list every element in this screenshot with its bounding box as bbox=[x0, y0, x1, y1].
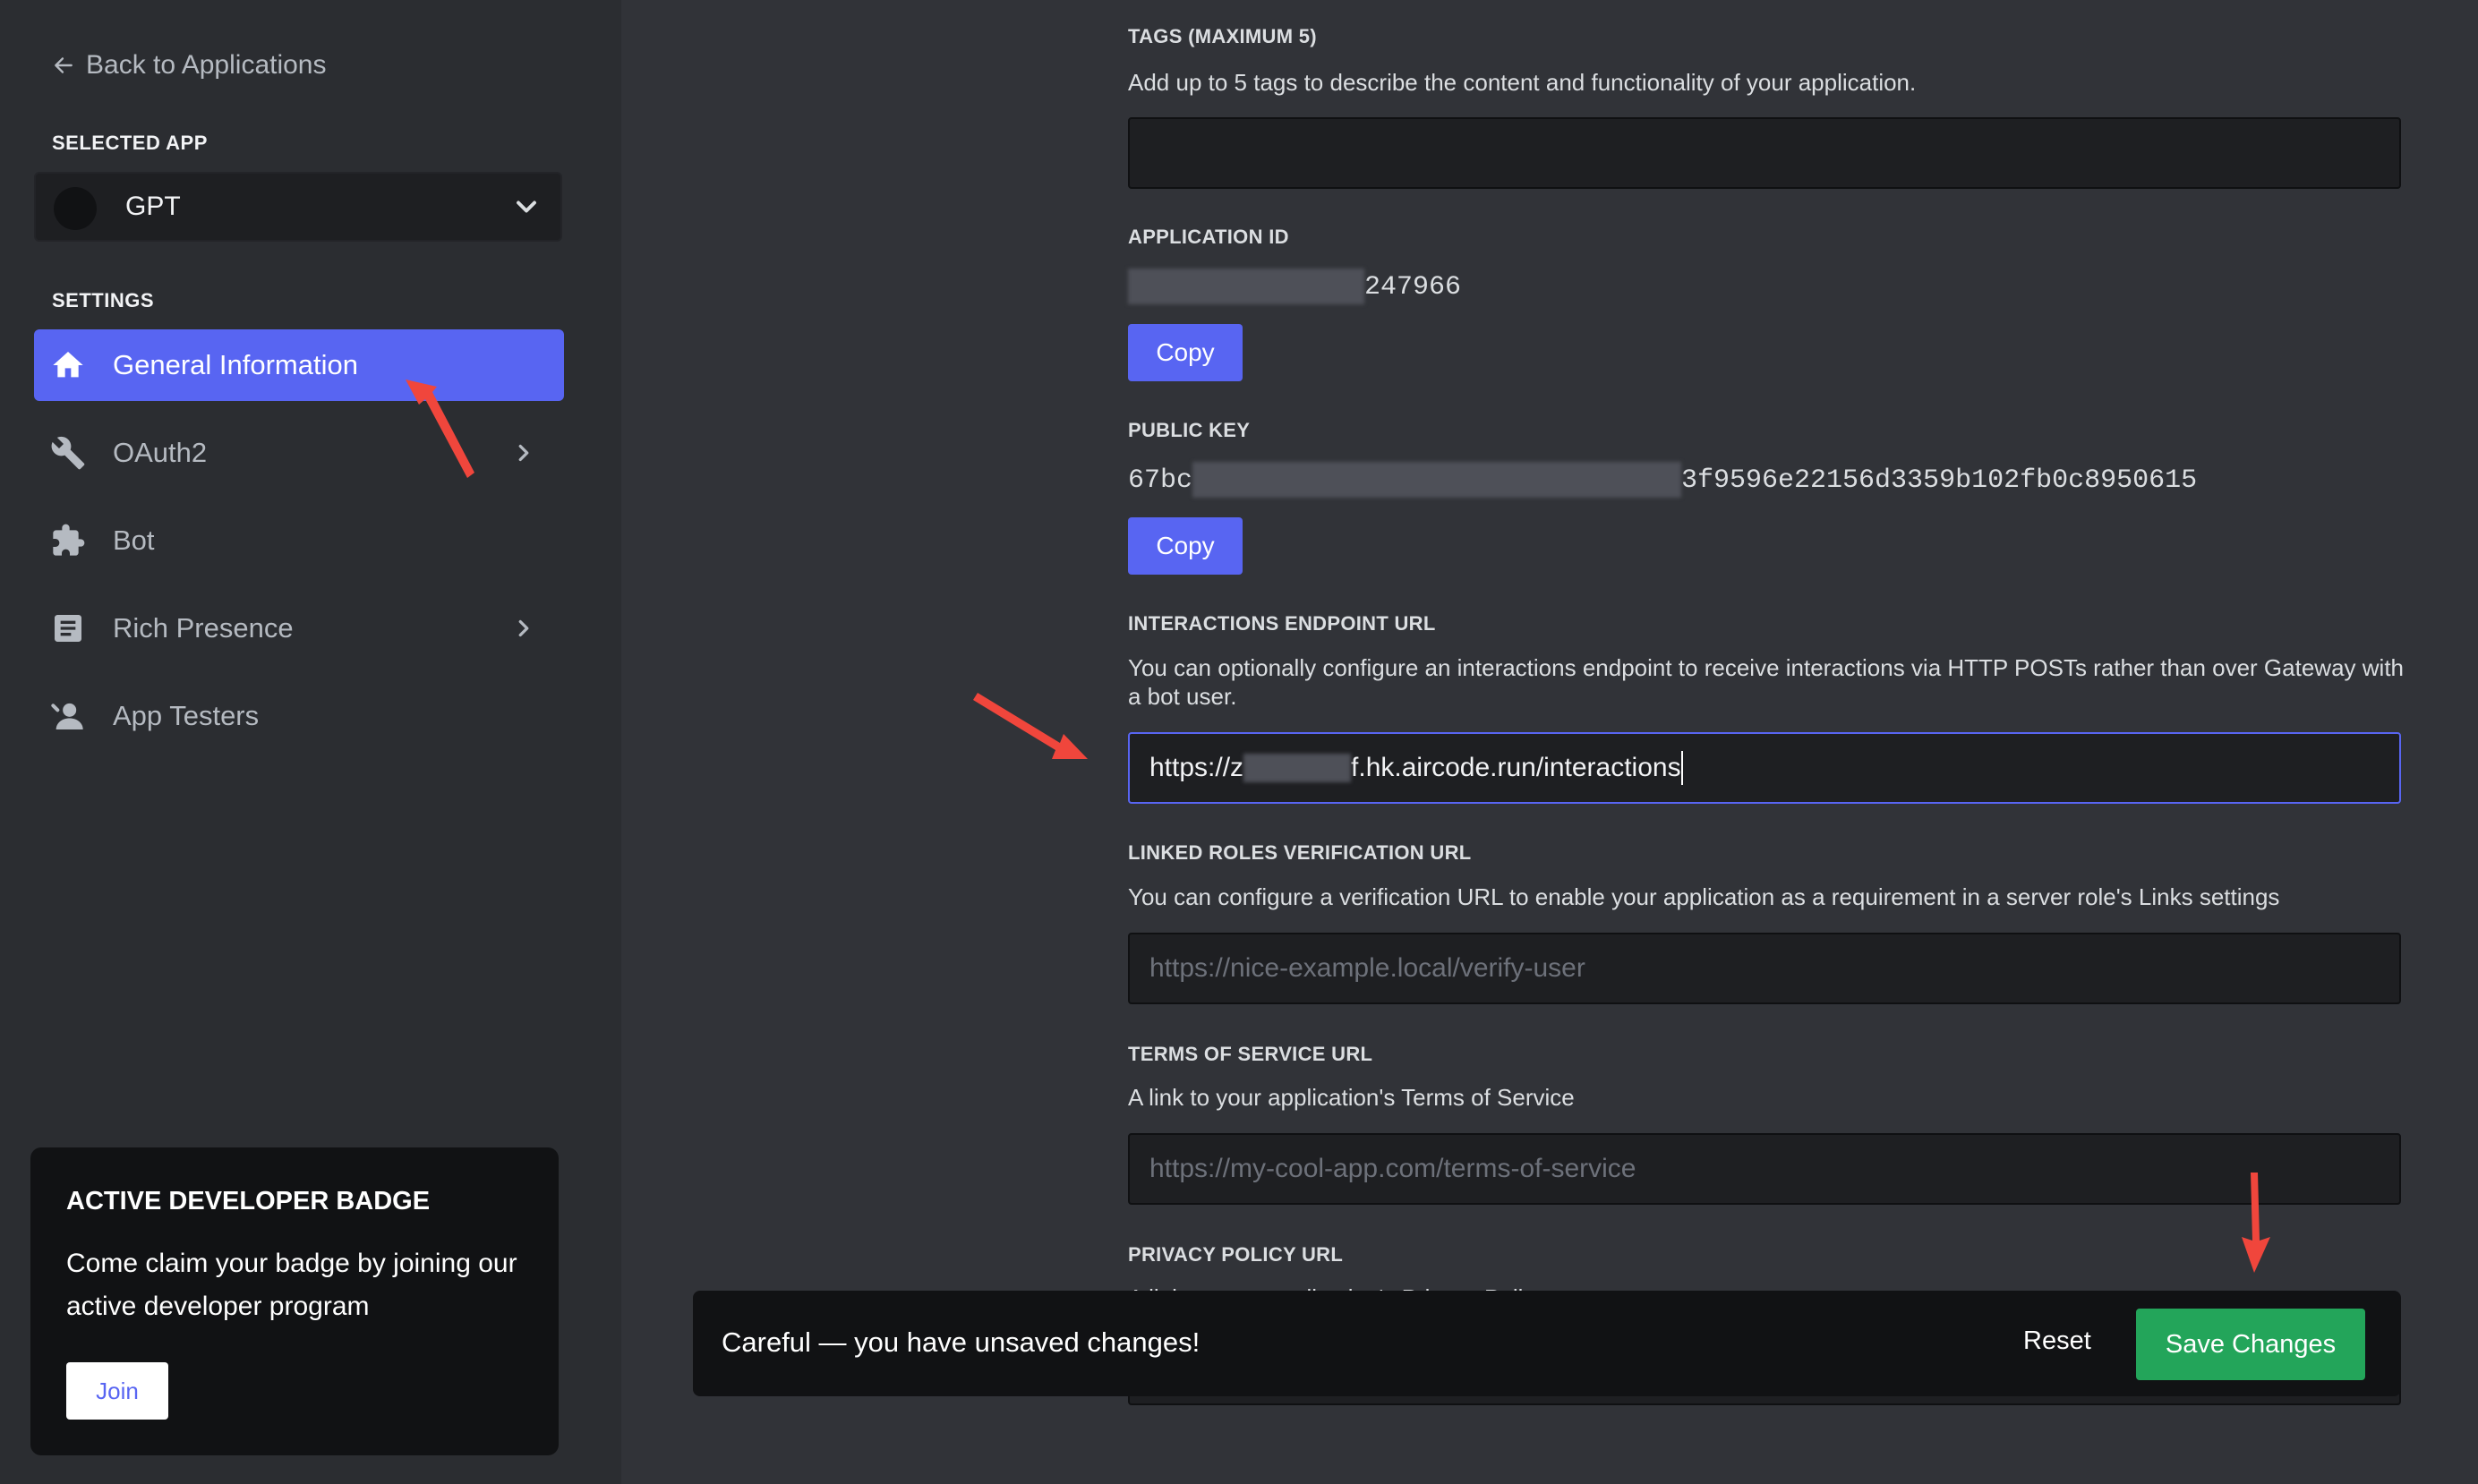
public-key-value: 67bc 3f9596e22156d3359b102fb0c8950615 bbox=[1128, 462, 2197, 498]
active-developer-badge-card: ACTIVE DEVELOPER BADGE Come claim your b… bbox=[30, 1147, 559, 1455]
annotation-arrow-icon bbox=[973, 693, 1088, 759]
tags-label: TAGS (MAXIMUM 5) bbox=[1128, 25, 1317, 47]
privacy-policy-label: PRIVACY POLICY URL bbox=[1128, 1243, 1344, 1266]
home-icon bbox=[53, 352, 83, 378]
public-key-label: PUBLIC KEY bbox=[1128, 419, 1251, 441]
document-icon bbox=[55, 615, 81, 642]
unsaved-changes-message: Careful — you have unsaved changes! bbox=[722, 1326, 1201, 1358]
arrow-left-icon bbox=[55, 57, 73, 73]
nav-item-label: General Information bbox=[113, 349, 358, 380]
redacted-blur bbox=[1243, 754, 1352, 782]
application-id-suffix: 247966 bbox=[1364, 271, 1462, 303]
public-key-suffix: 3f9596e22156d3359b102fb0c8950615 bbox=[1681, 465, 2198, 496]
badge-description: Come claim your badge by joining our act… bbox=[66, 1249, 517, 1321]
save-changes-button[interactable]: Save Changes bbox=[2136, 1309, 2365, 1380]
linked-roles-description: You can configure a verification URL to … bbox=[1128, 883, 2280, 910]
interactions-url-prefix: https://z bbox=[1149, 753, 1244, 782]
application-id-label: APPLICATION ID bbox=[1128, 226, 1289, 248]
nav-item-rich-presence[interactable]: Rich Presence bbox=[34, 593, 564, 664]
nav-item-label: OAuth2 bbox=[113, 437, 208, 468]
chevron-right-icon bbox=[518, 619, 529, 637]
wrench-icon bbox=[51, 436, 85, 470]
terms-of-service-description: A link to your application's Terms of Se… bbox=[1128, 1084, 1575, 1111]
join-button[interactable]: Join bbox=[66, 1362, 168, 1420]
linked-roles-input[interactable] bbox=[1128, 933, 2401, 1004]
back-to-applications-link[interactable]: Back to Applications bbox=[52, 50, 327, 81]
back-link-label: Back to Applications bbox=[86, 50, 327, 80]
tags-description: Add up to 5 tags to describe the content… bbox=[1128, 69, 1917, 96]
copy-public-key-button[interactable]: Copy bbox=[1128, 517, 1243, 575]
chevron-down-icon bbox=[517, 200, 536, 213]
copy-application-id-button[interactable]: Copy bbox=[1128, 324, 1243, 381]
nav-item-app-testers[interactable]: App Testers bbox=[34, 680, 564, 752]
redacted-blur bbox=[1192, 462, 1682, 498]
public-key-prefix: 67bc bbox=[1128, 465, 1193, 496]
app-name: GPT bbox=[125, 192, 181, 221]
reset-button[interactable]: Reset bbox=[2023, 1326, 2091, 1356]
settings-label: SETTINGS bbox=[52, 289, 155, 311]
interactions-url-suffix: f.hk.aircode.run/interactions bbox=[1351, 753, 1681, 782]
terms-of-service-input[interactable] bbox=[1128, 1133, 2401, 1205]
nav-item-label: App Testers bbox=[113, 700, 260, 731]
chevron-right-icon bbox=[518, 444, 529, 462]
nav-item-general-information[interactable]: General Information bbox=[34, 329, 564, 401]
nav-item-oauth2[interactable]: OAuth2 bbox=[34, 417, 564, 489]
puzzle-icon bbox=[53, 524, 85, 556]
app-selector[interactable]: GPT bbox=[34, 172, 562, 242]
nav-item-label: Bot bbox=[113, 525, 155, 556]
interactions-endpoint-input[interactable]: https://z f.hk.aircode.run/interactions bbox=[1128, 732, 2401, 804]
tags-input[interactable] bbox=[1128, 117, 2401, 189]
person-icon bbox=[51, 703, 83, 729]
terms-of-service-label: TERMS OF SERVICE URL bbox=[1128, 1043, 1373, 1065]
text-cursor bbox=[1680, 751, 1683, 785]
selected-app-label: SELECTED APP bbox=[52, 132, 208, 154]
application-id-value: 247966 bbox=[1128, 269, 1461, 304]
linked-roles-label: LINKED ROLES VERIFICATION URL bbox=[1128, 841, 1472, 864]
interactions-endpoint-description: You can optionally configure an interact… bbox=[1128, 654, 2404, 710]
interactions-endpoint-label: INTERACTIONS ENDPOINT URL bbox=[1128, 612, 1436, 635]
redacted-blur bbox=[1128, 269, 1364, 304]
sidebar: Back to Applications SELECTED APP GPT SE… bbox=[0, 0, 621, 1484]
badge-title: ACTIVE DEVELOPER BADGE bbox=[66, 1187, 431, 1215]
nav-item-label: Rich Presence bbox=[113, 612, 294, 644]
nav-item-bot[interactable]: Bot bbox=[34, 505, 564, 576]
app-avatar bbox=[54, 187, 97, 230]
unsaved-changes-bar: Careful — you have unsaved changes! Rese… bbox=[693, 1291, 2401, 1396]
